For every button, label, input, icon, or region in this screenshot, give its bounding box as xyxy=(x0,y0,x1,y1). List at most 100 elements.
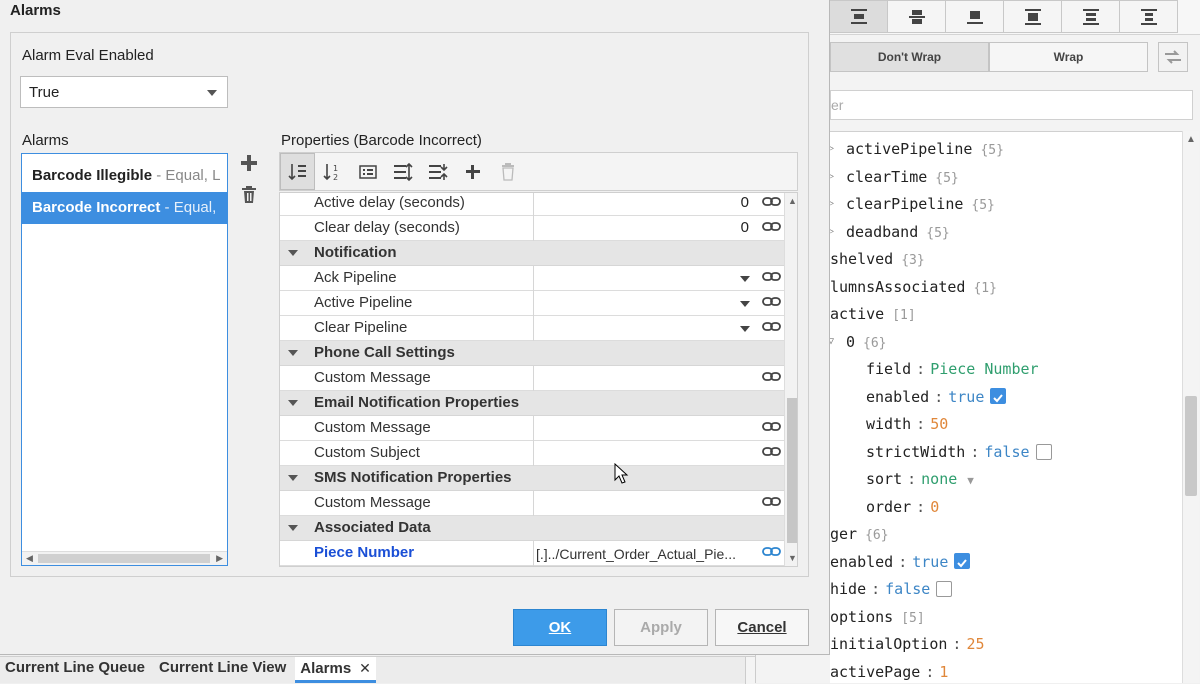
tree-key[interactable]: clearTime xyxy=(846,168,927,186)
add-alarm-button[interactable] xyxy=(238,152,260,174)
swap-direction-button[interactable] xyxy=(1158,42,1188,72)
wrap-button[interactable]: Wrap xyxy=(989,42,1148,72)
align-space-between-icon[interactable] xyxy=(1061,0,1120,33)
tree-value[interactable]: true xyxy=(912,553,948,571)
alarm-list-item[interactable]: Barcode Illegible - Equal, L xyxy=(22,160,227,192)
binding-link-icon[interactable] xyxy=(762,370,782,384)
chevron-down-icon[interactable] xyxy=(740,301,750,307)
tree-value[interactable]: false xyxy=(885,580,930,598)
scrollbar-thumb[interactable] xyxy=(38,554,210,563)
checkbox-checked[interactable] xyxy=(954,553,971,569)
ok-button[interactable]: OK xyxy=(513,609,607,646)
panel-splitter[interactable] xyxy=(745,657,755,684)
tree-value[interactable]: 0 xyxy=(930,498,939,516)
property-row[interactable]: Custom Subject xyxy=(280,441,784,466)
scroll-left-icon[interactable]: ◀ xyxy=(26,552,33,565)
tree-key[interactable]: options xyxy=(830,608,893,626)
dont-wrap-button[interactable]: Don't Wrap xyxy=(830,42,989,72)
category-phone-call-settings[interactable]: Phone Call Settings xyxy=(280,341,784,366)
checkbox-unchecked[interactable] xyxy=(936,581,953,597)
property-value[interactable]: 0 xyxy=(741,219,749,236)
property-row[interactable]: Ack Pipeline xyxy=(280,266,784,291)
property-row[interactable]: Clear delay (seconds) 0 xyxy=(280,216,784,241)
cancel-button[interactable]: Cancel xyxy=(715,609,809,646)
scroll-up-icon[interactable]: ▲ xyxy=(788,196,797,206)
tree-key[interactable]: ger xyxy=(830,525,857,543)
tab-alarms[interactable]: Alarms ✕ xyxy=(295,657,376,683)
property-value[interactable]: [.]../Current_Order_Actual_Pie... xyxy=(536,546,756,562)
collapse-all-button[interactable] xyxy=(420,153,455,190)
property-row[interactable]: Custom Message xyxy=(280,416,784,441)
tree-key[interactable]: width xyxy=(866,415,911,433)
binding-link-icon[interactable] xyxy=(762,320,782,334)
binding-link-icon[interactable] xyxy=(762,220,782,234)
align-top-icon[interactable] xyxy=(829,0,888,33)
chevron-down-icon[interactable]: ▼ xyxy=(967,474,974,487)
collapse-triangle-icon[interactable] xyxy=(288,475,298,481)
property-grid-scrollbar[interactable]: ▲ ▼ xyxy=(784,193,797,566)
tree-key[interactable]: strictWidth xyxy=(866,443,965,461)
collapse-triangle-icon[interactable] xyxy=(288,350,298,356)
chevron-down-icon[interactable] xyxy=(740,276,750,282)
delete-property-button[interactable] xyxy=(490,153,525,190)
tree-key[interactable]: enabled xyxy=(830,553,893,571)
category-associated-data[interactable]: Associated Data xyxy=(280,516,784,541)
tree-scrollbar[interactable]: ▲ xyxy=(1182,131,1199,683)
scroll-up-icon[interactable]: ▲ xyxy=(1186,134,1196,145)
binding-link-icon[interactable] xyxy=(762,495,782,509)
tree-key[interactable]: initialOption xyxy=(830,635,947,653)
alarm-list-hscrollbar[interactable]: ◀ ▶ xyxy=(22,551,227,565)
tree-key[interactable]: activePage xyxy=(830,663,920,681)
collapse-triangle-icon[interactable] xyxy=(288,525,298,531)
property-row[interactable]: Custom Message xyxy=(280,491,784,516)
scroll-down-icon[interactable]: ▼ xyxy=(788,553,797,563)
apply-button[interactable]: Apply xyxy=(614,609,708,646)
chevron-down-icon[interactable] xyxy=(740,326,750,332)
collapse-triangle-icon[interactable] xyxy=(288,400,298,406)
tree-value[interactable]: none xyxy=(921,470,957,488)
description-toggle-button[interactable] xyxy=(350,153,385,190)
sort-categorized-button[interactable] xyxy=(280,153,315,190)
add-property-button[interactable] xyxy=(455,153,490,190)
property-row[interactable]: Piece Number [.]../Current_Order_Actual_… xyxy=(280,541,784,566)
collapse-triangle-icon[interactable] xyxy=(288,250,298,256)
tree-key[interactable]: deadband xyxy=(846,223,918,241)
scroll-right-icon[interactable]: ▶ xyxy=(216,552,223,565)
tree-key[interactable]: active xyxy=(830,305,884,323)
checkbox-unchecked[interactable] xyxy=(1035,444,1052,460)
sort-alphabetical-button[interactable]: 12 xyxy=(315,153,350,190)
expand-all-button[interactable] xyxy=(385,153,420,190)
tree-key[interactable]: clearPipeline xyxy=(846,195,963,213)
binding-link-icon[interactable] xyxy=(762,195,782,209)
tree-key[interactable]: hide xyxy=(830,580,866,598)
binding-link-icon[interactable] xyxy=(762,270,782,284)
checkbox-checked[interactable] xyxy=(990,388,1007,404)
category-email-notification[interactable]: Email Notification Properties xyxy=(280,391,784,416)
binding-link-icon[interactable] xyxy=(762,295,782,309)
align-stretch-icon[interactable] xyxy=(1003,0,1062,33)
tab-current-line-view[interactable]: Current Line View xyxy=(154,657,291,683)
tree-key[interactable]: field xyxy=(866,360,911,378)
scrollbar-thumb[interactable] xyxy=(787,398,797,543)
scrollbar-thumb[interactable] xyxy=(1185,396,1197,496)
category-sms-notification[interactable]: SMS Notification Properties xyxy=(280,466,784,491)
tree-key[interactable]: sort xyxy=(866,470,902,488)
alarm-eval-select[interactable]: True xyxy=(20,76,228,108)
tree-key[interactable]: order xyxy=(866,498,911,516)
tab-current-line-queue[interactable]: Current Line Queue xyxy=(0,657,150,683)
align-space-around-icon[interactable] xyxy=(1119,0,1178,33)
property-row[interactable]: Active Pipeline xyxy=(280,291,784,316)
property-row[interactable]: Custom Message xyxy=(280,366,784,391)
binding-link-icon[interactable] xyxy=(762,545,782,559)
tree-key[interactable]: activePipeline xyxy=(846,140,972,158)
binding-link-icon[interactable] xyxy=(762,445,782,459)
tree-value[interactable]: Piece Number xyxy=(930,360,1038,378)
binding-link-icon[interactable] xyxy=(762,420,782,434)
tree-value[interactable]: 25 xyxy=(966,635,984,653)
filter-input[interactable]: er xyxy=(830,90,1193,120)
tree-value[interactable]: 1 xyxy=(939,663,948,681)
tree-key[interactable]: enabled xyxy=(866,388,929,406)
delete-alarm-button[interactable] xyxy=(238,184,260,206)
tree-value[interactable]: false xyxy=(984,443,1029,461)
align-center-icon[interactable] xyxy=(887,0,946,33)
